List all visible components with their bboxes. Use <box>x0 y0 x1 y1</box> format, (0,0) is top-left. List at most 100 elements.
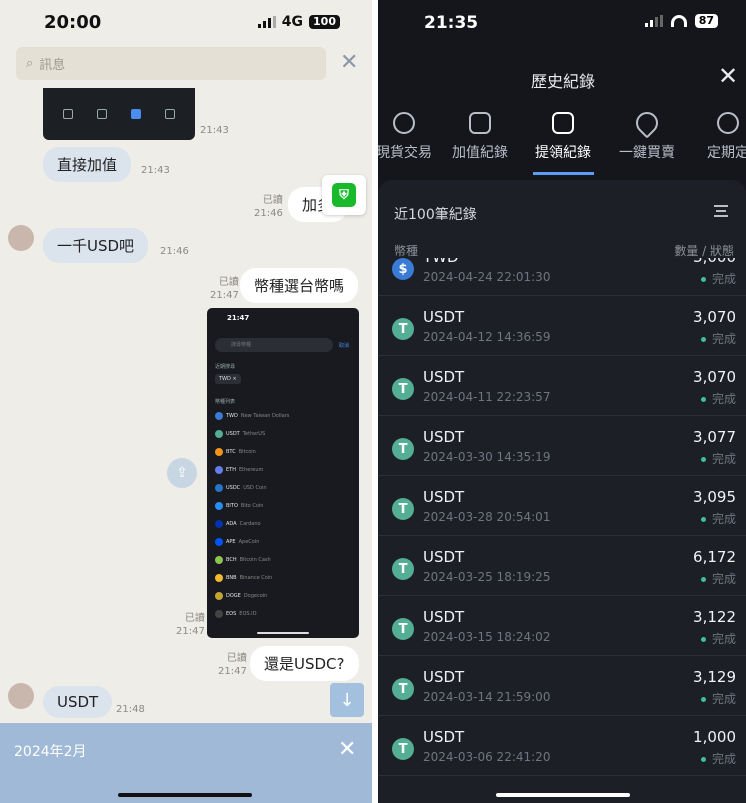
embedded-coin-symbol: USDT <box>226 431 240 437</box>
history-row[interactable]: T USDT 2024-04-12 14:36:59 3,070 完成 <box>378 296 746 356</box>
search-placeholder: 訊息 <box>39 58 66 73</box>
embedded-list-label: 幣種列表 <box>215 399 236 405</box>
embedded-time: 21:47 <box>227 314 250 322</box>
status-icons: 87 <box>644 14 718 28</box>
coin-icon <box>215 466 223 474</box>
wallet-out-icon <box>552 112 574 134</box>
embedded-coin-row: ADA Cardano <box>215 520 261 528</box>
status-time: 20:00 <box>44 12 102 33</box>
status-time: 21:35 <box>424 13 479 33</box>
history-row[interactable]: T USDT 2024-03-28 20:54:01 3,095 完成 <box>378 476 746 536</box>
embedded-coin-symbol: ADA <box>226 521 237 527</box>
usdt-coin-icon: T <box>392 678 414 700</box>
filter-icon[interactable] <box>714 205 728 217</box>
embedded-coin-name: Binance Coin <box>239 575 273 581</box>
date-banner: 2024年2月 ✕ <box>0 723 372 803</box>
history-row[interactable]: T USDT 2024-03-15 18:24:02 3,122 完成 <box>378 596 746 656</box>
avatar[interactable] <box>8 683 34 709</box>
row-status: 完成 <box>701 570 736 587</box>
tab-deposit-history[interactable]: 加值紀錄 <box>448 112 512 162</box>
clock-icon <box>717 112 739 134</box>
shield-icon: ⛨ <box>332 183 356 207</box>
row-date: 2024-03-14 21:59:00 <box>423 690 551 704</box>
coin-icon <box>215 430 223 438</box>
timestamp: 21:48 <box>116 704 145 715</box>
embedded-coin-row: APE ApeCoin <box>215 538 259 546</box>
history-row[interactable]: T USDT 2024-03-06 22:41:20 1,000 完成 <box>378 716 746 776</box>
row-date: 2024-03-15 18:24:02 <box>423 630 551 644</box>
embedded-coin-name: Bitcoin Cash <box>239 557 271 563</box>
embedded-coin-name: TetherUS <box>242 431 266 437</box>
history-row[interactable]: T USDT 2024-03-25 18:19:25 6,172 完成 <box>378 536 746 596</box>
row-symbol: USDT <box>423 368 465 386</box>
history-row[interactable]: T USDT 2024-03-30 14:35:19 3,077 完成 <box>378 416 746 476</box>
message-bubble-outgoing[interactable]: 幣種選台幣嗎 <box>240 268 359 303</box>
embedded-coin-name: Dogecoin <box>243 593 268 599</box>
embedded-coin-name: ApeCoin <box>238 539 260 545</box>
row-date: 2024-03-30 14:35:19 <box>423 450 551 464</box>
battery-icon: 100 <box>309 15 340 29</box>
close-icon[interactable]: ✕ <box>340 52 362 74</box>
embedded-coin-name: USD Coin <box>243 485 267 491</box>
home-indicator <box>496 793 630 797</box>
embedded-chip: TWD × <box>215 374 241 384</box>
row-date: 2024-03-25 18:19:25 <box>423 570 551 584</box>
read-receipt: 已讀 21:47 <box>218 653 247 677</box>
message-bubble-incoming[interactable]: USDT <box>43 686 113 718</box>
screenshot-image[interactable]: 21:47 搜尋幣種 取消 近期搜尋 TWD × 幣種列表 TWD New Tai… <box>207 308 359 638</box>
row-status: 完成 <box>701 270 736 287</box>
embedded-coin-name: EOS.IO <box>239 611 257 617</box>
tab-one-click-trade[interactable]: 一鍵買賣 <box>615 107 679 162</box>
active-tab-indicator <box>533 172 594 175</box>
tab-recurring[interactable]: 定期定 <box>696 112 746 162</box>
tab-spot-trading[interactable]: 現貨交易 <box>378 112 440 162</box>
scroll-down-button[interactable]: ↓ <box>330 683 364 717</box>
embedded-coin-symbol: TWD <box>226 413 238 419</box>
row-date: 2024-04-24 22:01:30 <box>423 270 551 284</box>
search-icon: ⌕ <box>26 56 34 71</box>
embedded-coin-name: Bito Coin <box>240 503 264 509</box>
share-icon[interactable]: ⇪ <box>167 458 197 488</box>
row-date: 2024-04-11 22:23:57 <box>423 390 551 404</box>
wallet-icon <box>469 112 491 134</box>
history-row[interactable]: T USDT 2024-04-11 22:23:57 3,070 完成 <box>378 356 746 416</box>
embedded-recent-label: 近期搜尋 <box>215 364 236 370</box>
column-header-coin: 幣種 <box>394 244 419 258</box>
message-bubble-incoming[interactable]: 一千USD吧 <box>43 228 149 263</box>
row-date: 2024-03-06 22:41:20 <box>423 750 551 764</box>
embedded-coin-row: BITO Bito Coin <box>215 502 263 510</box>
tab-bar: 現貨交易 加值紀錄 提領紀錄 一鍵買賣 定期定 <box>378 107 746 176</box>
row-status: 完成 <box>701 330 736 347</box>
embedded-coin-row: ETH Ethereum <box>215 466 263 474</box>
close-icon[interactable]: ✕ <box>338 737 356 762</box>
message-bubble-incoming[interactable]: 直接加值 <box>43 147 132 182</box>
row-symbol: USDT <box>423 428 465 446</box>
image-thumbnail[interactable] <box>43 88 195 140</box>
usdt-coin-icon: T <box>392 378 414 400</box>
status-icons: 4G 100 <box>257 14 340 30</box>
arrow-down-icon: ↓ <box>339 689 355 711</box>
history-row[interactable]: T USDT 2024-03-14 21:59:00 3,129 完成 <box>378 656 746 716</box>
message-bubble-outgoing[interactable]: 還是USDC? <box>250 646 359 681</box>
coin-icon <box>215 610 223 618</box>
timestamp: 21:46 <box>160 246 189 257</box>
timestamp: 21:43 <box>141 165 170 176</box>
row-symbol: USDT <box>423 488 465 506</box>
embedded-coin-row: BCH Bitcoin Cash <box>215 556 271 564</box>
row-amount: 6,172 <box>693 548 736 566</box>
message-search-input[interactable]: ⌕ 訊息 <box>16 47 326 80</box>
row-amount: 3,129 <box>693 668 736 686</box>
coin-icon <box>215 574 223 582</box>
date-banner-text: 2024年2月 <box>14 744 87 760</box>
embedded-coin-row: USDC USD Coin <box>215 484 267 492</box>
row-amount: 3,070 <box>693 308 736 326</box>
read-receipt: 已讀 21:47 <box>176 613 205 637</box>
row-symbol: USDT <box>423 608 465 626</box>
close-icon[interactable]: ✕ <box>718 64 738 88</box>
read-receipt: 已讀 21:47 <box>210 277 239 301</box>
avatar[interactable] <box>8 225 34 251</box>
embedded-coin-symbol: BCH <box>226 557 237 563</box>
security-badge[interactable]: ⛨ <box>322 175 366 215</box>
embedded-coin-symbol: ETH <box>226 467 236 473</box>
tab-withdraw-history[interactable]: 提領紀錄 <box>531 112 595 162</box>
